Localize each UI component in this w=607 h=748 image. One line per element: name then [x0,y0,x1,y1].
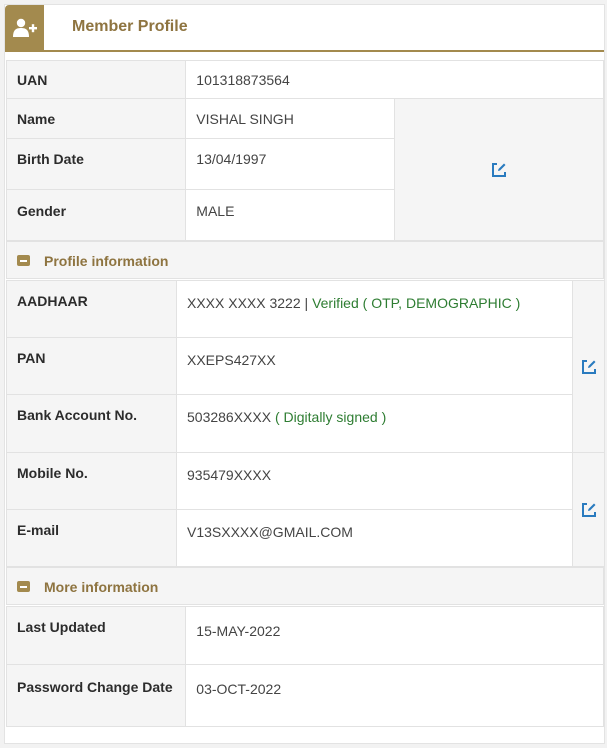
email-label: E-mail [6,509,177,567]
bank-value: 503286XXXX [187,409,272,425]
bank-cell: 503286XXXX ( Digitally signed ) [176,394,573,453]
more-info-table: Last Updated 15-MAY-2022 Password Change… [5,606,604,727]
table-row-uan: UAN 101318873564 [5,60,604,99]
pan-value: XXEPS427XX [176,337,573,395]
gender-label: Gender [5,189,187,241]
bank-status: ( Digitally signed ) [271,409,387,425]
bank-label: Bank Account No. [6,394,177,453]
edit-icon [492,163,507,178]
profile-info-table: AADHAAR XXXX XXXX 3222 | Verified ( OTP,… [6,280,605,567]
pan-label: PAN [6,337,177,395]
edit-basic-button[interactable] [491,161,507,178]
edit-contact-cell [572,452,605,567]
mobile-label: Mobile No. [6,452,177,510]
table-row-last-updated: Last Updated 15-MAY-2022 [5,606,604,665]
birth-date-value: 13/04/1997 [185,138,396,190]
panel-header: Member Profile [5,5,604,52]
aadhaar-separator: | [300,295,313,311]
member-profile-panel: Member Profile UAN 101318873564 Name VIS… [4,4,605,744]
aadhaar-cell: XXXX XXXX 3222 | Verified ( OTP, DEMOGRA… [176,280,573,338]
section-title: Profile information [44,253,169,269]
edit-contact-button[interactable] [581,501,597,518]
section-title: More information [44,579,159,595]
page-title: Member Profile [72,18,188,35]
name-label: Name [5,98,187,139]
table-row-mobile: Mobile No. 935479XXXX [6,452,605,567]
uan-value: 101318873564 [185,60,604,99]
edit-basic-cell [394,98,604,241]
table-row-name: Name VISHAL SINGH [5,98,604,241]
aadhaar-value: XXXX XXXX 3222 [187,295,301,311]
mobile-value: 935479XXXX [176,452,573,510]
edit-icon [581,360,596,375]
uan-label: UAN [5,60,187,99]
table-row-email: E-mail V13SXXXX@GMAIL.COM [6,509,605,567]
password-change-label: Password Change Date [5,664,187,727]
gender-value: MALE [185,189,396,241]
add-user-icon [13,18,37,37]
name-value: VISHAL SINGH [185,98,396,139]
birth-date-label: Birth Date [5,138,187,190]
edit-kyc-cell [572,280,605,453]
collapse-icon[interactable] [17,255,30,266]
edit-icon [581,503,596,518]
basic-info-table: UAN 101318873564 Name VISHAL SINGH Birth… [5,60,604,241]
email-value: V13SXXXX@GMAIL.COM [176,509,573,567]
table-row-aadhaar: AADHAAR XXXX XXXX 3222 | Verified ( OTP,… [6,280,605,453]
aadhaar-status: Verified ( OTP, DEMOGRAPHIC ) [312,295,521,311]
header-icon-box [5,5,44,50]
last-updated-value: 15-MAY-2022 [185,606,604,665]
table-row-bank: Bank Account No. 503286XXXX ( Digitally … [6,394,605,453]
last-updated-label: Last Updated [5,606,187,665]
password-change-value: 03-OCT-2022 [185,664,604,727]
edit-kyc-button[interactable] [581,358,597,375]
more-info-section-header[interactable]: More information [6,567,604,605]
table-row-password-change: Password Change Date 03-OCT-2022 [5,664,604,727]
aadhaar-label: AADHAAR [6,280,177,338]
table-row-pan: PAN XXEPS427XX [6,337,605,395]
collapse-icon[interactable] [17,581,30,592]
profile-info-section-header[interactable]: Profile information [6,241,604,279]
